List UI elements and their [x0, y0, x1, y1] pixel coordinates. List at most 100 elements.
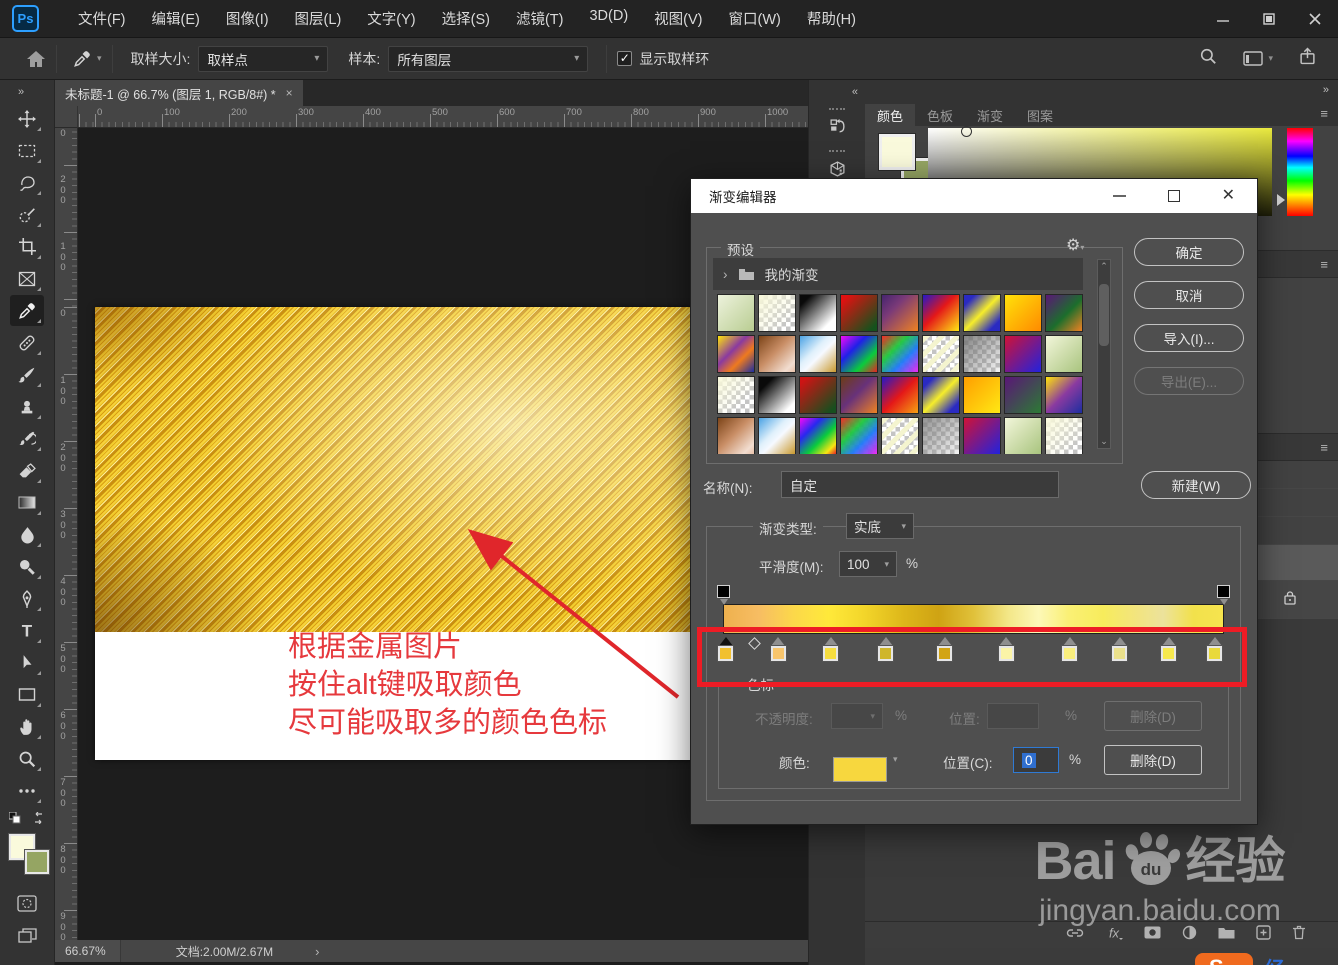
panel-menu-icon[interactable]: ≡ [1320, 440, 1328, 455]
marquee-tool[interactable] [10, 135, 44, 166]
hue-slider-arrow[interactable] [1277, 194, 1285, 206]
gradient-preset-swatch[interactable] [922, 335, 960, 373]
close-button[interactable] [1292, 0, 1338, 38]
gradient-preset-swatch[interactable] [840, 335, 878, 373]
lock-icon[interactable] [1283, 590, 1297, 610]
stop-color-swatch[interactable] [833, 757, 887, 782]
history-panel-icon[interactable] [822, 112, 852, 142]
eraser-tool[interactable] [10, 455, 44, 486]
menu-item[interactable]: 图层(L) [282, 0, 355, 38]
panel-foreground-swatch[interactable] [878, 133, 916, 171]
blur-tool[interactable] [10, 519, 44, 550]
gradient-preset-swatch[interactable] [1004, 335, 1042, 373]
dialog-close-icon[interactable]: ✕ [1222, 188, 1235, 204]
opacity-stop[interactable] [1217, 585, 1230, 605]
adjustment-icon[interactable] [1182, 925, 1197, 945]
dialog-title-bar[interactable]: 渐变编辑器 ✕ [691, 179, 1257, 213]
crop-tool[interactable] [10, 231, 44, 262]
screen-mode-icon[interactable] [10, 920, 44, 951]
panel-menu-icon[interactable]: ≡ [1320, 106, 1328, 121]
gradient-tool[interactable] [10, 487, 44, 518]
clone-stamp-tool[interactable] [10, 391, 44, 422]
ok-button[interactable]: 确定 [1134, 238, 1244, 266]
frame-tool[interactable] [10, 263, 44, 294]
chevron-down-icon[interactable]: ▾ [893, 754, 898, 765]
gradient-preset-swatch[interactable] [963, 335, 1001, 373]
gradient-preset-swatch[interactable] [963, 376, 1001, 414]
panel-grip[interactable] [829, 108, 845, 110]
maximize-button[interactable] [1246, 0, 1292, 38]
cancel-button[interactable]: 取消 [1134, 281, 1244, 309]
history-brush-tool[interactable] [10, 423, 44, 454]
share-icon[interactable] [1299, 47, 1316, 70]
menu-item[interactable]: 滤镜(T) [503, 0, 577, 38]
hand-tool[interactable] [10, 711, 44, 742]
gradient-preset-swatch[interactable] [1004, 294, 1042, 332]
scroll-up-icon[interactable]: ⌃ [1098, 261, 1110, 272]
gradient-preset-swatch[interactable] [881, 335, 919, 373]
type-tool[interactable]: T [10, 615, 44, 646]
dialog-minimize-icon[interactable] [1112, 195, 1126, 197]
gradient-preset-swatch[interactable] [1045, 376, 1083, 414]
dodge-tool[interactable] [10, 551, 44, 582]
scrollbar-thumb[interactable] [1099, 284, 1109, 346]
gear-icon[interactable]: ⚙▾ [1066, 235, 1084, 255]
menu-item[interactable]: 文件(F) [65, 0, 139, 38]
gradient-preset-swatch[interactable] [717, 417, 755, 454]
minimize-button[interactable] [1200, 0, 1246, 38]
toolbar-expand-icon[interactable]: » [0, 80, 54, 102]
menu-item[interactable]: 帮助(H) [794, 0, 869, 38]
gradient-preset-swatch[interactable] [1045, 294, 1083, 332]
quick-mask-icon[interactable] [10, 888, 44, 919]
gradient-preset-swatch[interactable] [758, 335, 796, 373]
layer-mask-icon[interactable] [1144, 926, 1161, 944]
smoothness-select[interactable]: 100 ▾ [839, 551, 897, 577]
gradient-preset-swatch[interactable] [799, 417, 837, 454]
scroll-down-icon[interactable]: ⌄ [1098, 436, 1110, 447]
show-sampling-ring-checkbox[interactable]: ✓ [617, 51, 633, 66]
import-button[interactable]: 导入(I)... [1134, 324, 1244, 352]
name-input[interactable]: 自定 [781, 471, 1059, 498]
gradient-type-select[interactable]: 实底 ▾ [846, 513, 914, 539]
menu-item[interactable]: 文字(Y) [354, 0, 428, 38]
gradient-preset-swatch[interactable] [922, 417, 960, 454]
hue-strip[interactable] [1287, 128, 1313, 216]
gradient-preset-swatch[interactable] [881, 376, 919, 414]
dialog-maximize-icon[interactable] [1167, 190, 1180, 202]
background-color-swatch[interactable] [24, 849, 50, 875]
gradient-preset-swatch[interactable] [758, 294, 796, 332]
search-icon[interactable] [1199, 47, 1217, 70]
folder-icon[interactable] [1218, 926, 1235, 944]
folder-chevron-icon[interactable]: › [723, 267, 728, 282]
gradient-preset-swatch[interactable] [717, 294, 755, 332]
eyedropper-tool-icon[interactable]: ▾ [73, 50, 102, 68]
gradient-preset-swatch[interactable] [881, 294, 919, 332]
brush-tool[interactable] [10, 359, 44, 390]
color-field-cursor[interactable] [961, 126, 972, 137]
presets-scrollbar[interactable]: ⌃ ⌄ [1097, 259, 1111, 449]
sample-size-select[interactable]: 取样点 ▾ [198, 45, 329, 72]
gradient-preset-swatch[interactable] [922, 376, 960, 414]
move-tool[interactable] [10, 103, 44, 134]
gradient-preset-swatch[interactable] [1004, 417, 1042, 454]
status-chevron-icon[interactable]: › [315, 944, 319, 959]
expand-panels-icon[interactable]: » [865, 80, 1338, 100]
ellipsis-tool[interactable] [10, 775, 44, 806]
gradient-preset-swatch[interactable] [840, 417, 878, 454]
link-icon[interactable] [1066, 926, 1084, 944]
path-selection-tool[interactable] [10, 647, 44, 678]
quick-selection-tool[interactable] [10, 199, 44, 230]
trash-icon[interactable] [1292, 925, 1306, 945]
gradient-preset-swatch[interactable] [799, 376, 837, 414]
gradient-preset-swatch[interactable] [840, 294, 878, 332]
gradient-preset-swatch[interactable] [799, 335, 837, 373]
healing-brush-tool[interactable] [10, 327, 44, 358]
document-tab[interactable]: 未标题-1 @ 66.7% (图层 1, RGB/8#) * × [55, 80, 303, 106]
gold-texture-layer[interactable] [95, 307, 762, 632]
eyedropper-tool[interactable] [10, 295, 44, 326]
new-layer-icon[interactable] [1256, 925, 1271, 945]
menu-item[interactable]: 选择(S) [429, 0, 503, 38]
new-button[interactable]: 新建(W) [1141, 471, 1251, 499]
gradient-preset-swatch[interactable] [881, 417, 919, 454]
close-tab-icon[interactable]: × [286, 86, 293, 100]
